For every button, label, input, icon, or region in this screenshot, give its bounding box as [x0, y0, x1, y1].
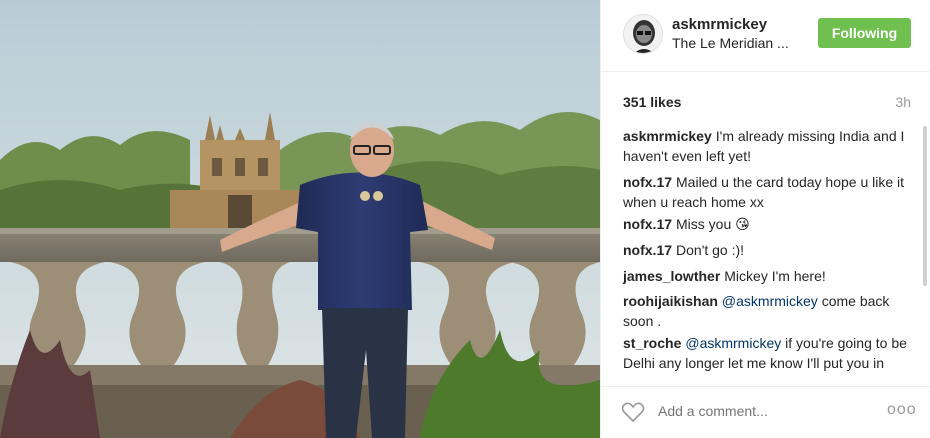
photo-illustration	[0, 0, 600, 438]
comment: james_lowther Mickey I'm here!	[623, 266, 908, 286]
comment-text: Don't go :)!	[676, 242, 745, 258]
comment: nofx.17 Mailed u the card today hope u li…	[623, 172, 908, 212]
comment-list[interactable]: askmrmickey I'm already missing India and…	[601, 126, 930, 376]
comment-username[interactable]: nofx.17	[623, 216, 672, 232]
avatar[interactable]	[623, 14, 663, 54]
post-details-panel: askmrmickey The Le Meridian ... Followin…	[600, 0, 930, 438]
comment: nofx.17 Don't go :)!	[623, 240, 908, 260]
comment-username[interactable]: roohijaikishan	[623, 293, 718, 309]
ellipsis-icon[interactable]: ooo	[887, 401, 917, 419]
avatar-image	[624, 15, 662, 53]
comment-mention[interactable]: @askmrmickey	[722, 293, 818, 309]
following-button[interactable]: Following	[818, 18, 911, 48]
comment-username[interactable]: nofx.17	[623, 174, 672, 190]
comment-username[interactable]: james_lowther	[623, 268, 720, 284]
comment-username[interactable]: askmrmickey	[623, 128, 712, 144]
comment: roohijaikishan @askmrmickey come back soo…	[623, 291, 908, 331]
kiss-emoji-icon: 😘	[735, 216, 750, 232]
post-photo[interactable]	[0, 0, 600, 438]
post-timestamp[interactable]: 3h	[895, 94, 911, 110]
comments-scrollbar[interactable]	[923, 126, 927, 286]
likes-row: 351 likes 3h	[601, 72, 930, 126]
comment-text: Mickey I'm here!	[724, 268, 826, 284]
comment-mention[interactable]: @askmrmickey	[685, 335, 781, 351]
like-count[interactable]: 351 likes	[623, 94, 681, 110]
comment-username[interactable]: st_roche	[623, 335, 681, 351]
comment-text: Miss you	[676, 216, 732, 232]
heart-outline-icon[interactable]	[621, 401, 645, 423]
add-comment-input[interactable]	[658, 403, 858, 419]
post-footer: ooo	[601, 386, 930, 438]
comment: nofx.17 Miss you 😘	[623, 214, 908, 234]
post-header: askmrmickey The Le Meridian ... Followin…	[601, 0, 930, 72]
comment: askmrmickey I'm already missing India and…	[623, 126, 908, 166]
comment-username[interactable]: nofx.17	[623, 242, 672, 258]
post-location[interactable]: The Le Meridian ...	[672, 35, 789, 51]
comment: st_roche @askmrmickey if you're going to …	[623, 333, 908, 376]
post-username[interactable]: askmrmickey	[672, 16, 767, 33]
